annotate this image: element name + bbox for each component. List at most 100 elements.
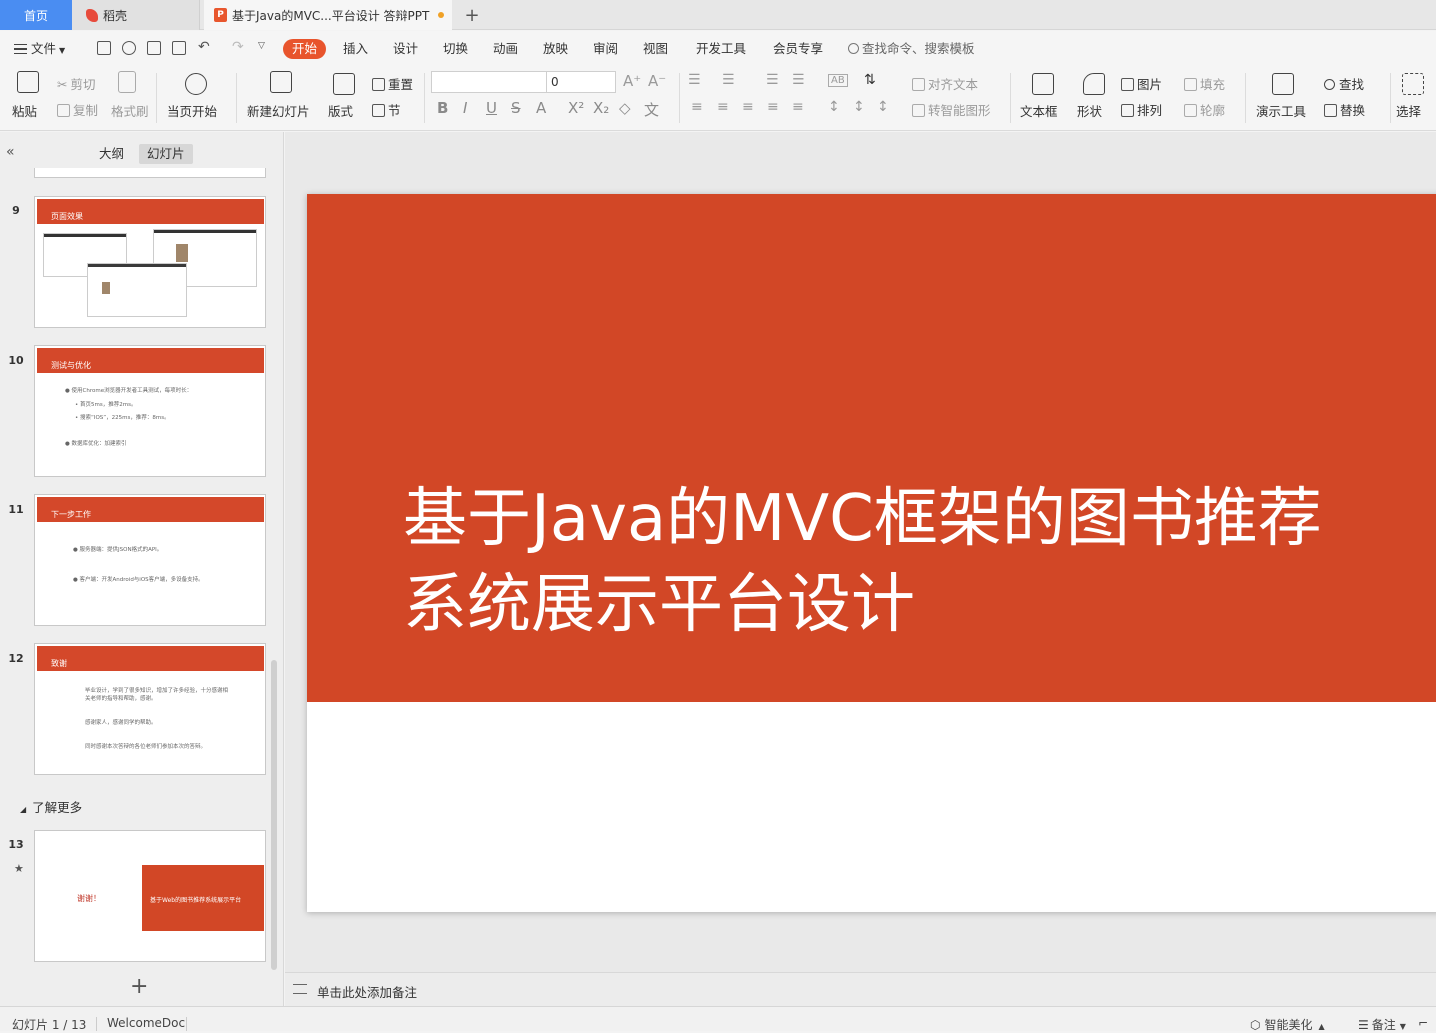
thumb-text: ● 服务器端：提供JSON格式的API。: [73, 547, 163, 553]
outline-label: 轮廓: [1200, 103, 1226, 118]
slide-title[interactable]: 基于Java的MVC框架的图书推荐 系统展示平台设计: [403, 476, 1436, 648]
new-slide-label: 新建幻灯片: [247, 104, 310, 119]
command-search[interactable]: 查找命令、搜索模板: [848, 39, 975, 59]
columns-icon[interactable]: ↕: [877, 99, 889, 115]
daoke-icon: [86, 8, 98, 22]
redo-icon[interactable]: ↷: [232, 39, 244, 55]
print-preview-icon[interactable]: [172, 41, 186, 55]
copy-button[interactable]: 复制: [57, 100, 98, 119]
align-right-icon[interactable]: ≡: [742, 99, 754, 115]
smart-art-button[interactable]: 转智能图形: [912, 100, 991, 119]
tab-view[interactable]: 视图: [643, 39, 668, 59]
align-center-icon[interactable]: ≡: [717, 99, 729, 115]
font-color-icon[interactable]: A: [536, 99, 546, 117]
strikethrough-icon[interactable]: S: [511, 99, 521, 117]
distribute-icon[interactable]: ≡: [792, 99, 804, 115]
smart-beautify-button[interactable]: ⬡ 智能美化 ▲: [1250, 1016, 1325, 1033]
save-icon[interactable]: [97, 41, 111, 55]
increase-indent-icon[interactable]: ☰: [792, 72, 805, 88]
tab-developer[interactable]: 开发工具: [696, 39, 746, 59]
thumb-title-bar: 页面效果: [37, 199, 264, 224]
align-text-label: 对齐文本: [928, 77, 979, 92]
text-spacing-icon[interactable]: AB: [828, 74, 848, 87]
quick-access-more-icon[interactable]: ▽: [258, 41, 265, 51]
export-icon[interactable]: [122, 41, 136, 55]
slide-number: 9: [12, 204, 20, 217]
outline-button[interactable]: 轮廓: [1184, 100, 1225, 119]
increase-font-icon[interactable]: A⁺: [623, 72, 641, 90]
tab-animation[interactable]: 动画: [493, 39, 518, 59]
notes-pane[interactable]: 单击此处添加备注: [285, 972, 1436, 1006]
tab-insert[interactable]: 插入: [343, 39, 368, 59]
justify-icon[interactable]: ≡: [767, 99, 779, 115]
replace-button[interactable]: 替换: [1324, 100, 1365, 119]
slide-10-thumbnail[interactable]: 测试与优化 ● 使用Chrome浏览器开发者工具测试，每项时长： • 首页5ms…: [34, 345, 266, 477]
font-size-select[interactable]: 0: [546, 71, 616, 93]
reset-icon: [372, 78, 385, 91]
fill-button[interactable]: 填充: [1184, 74, 1225, 93]
tab-document[interactable]: P 基于Java的MVC...平台设计 答辩PPT: [204, 0, 452, 30]
phonetic-icon[interactable]: 文: [644, 99, 659, 120]
tab-slides[interactable]: 幻灯片: [139, 144, 193, 164]
font-name-select[interactable]: [431, 71, 547, 93]
thumb-text: • 搜索“IOS”，225ms，推荐：8ms。: [75, 415, 170, 421]
tab-transition[interactable]: 切换: [443, 39, 468, 59]
undo-icon[interactable]: ↶: [198, 39, 210, 55]
tab-member[interactable]: 会员专享: [773, 39, 823, 59]
italic-icon[interactable]: I: [463, 99, 467, 117]
text-direction-icon[interactable]: ⇅: [864, 72, 876, 88]
decrease-indent-icon[interactable]: ☰: [766, 72, 779, 88]
numbered-list-icon[interactable]: ☰: [722, 72, 735, 88]
chevron-down-icon: ▼: [59, 46, 66, 55]
add-slide-button[interactable]: +: [130, 974, 148, 999]
tab-review[interactable]: 审阅: [593, 39, 618, 59]
play-icon: [185, 73, 207, 95]
arrange-button[interactable]: 排列: [1121, 100, 1162, 119]
slide-13-thumbnail[interactable]: 谢谢！ 基于Web的图书推荐系统展示平台: [34, 830, 266, 962]
line-spacing-icon[interactable]: ↕: [828, 99, 840, 115]
print-icon[interactable]: [147, 41, 161, 55]
arrange-label: 排列: [1137, 103, 1163, 118]
bullet-list-icon[interactable]: ☰: [688, 72, 701, 88]
notes-toggle-button[interactable]: ☰ 备注 ▼: [1358, 1016, 1406, 1033]
section-header[interactable]: ◢ 了解更多: [20, 797, 82, 816]
tab-start[interactable]: 开始: [283, 39, 327, 59]
paragraph-spacing-icon[interactable]: ↕: [853, 99, 865, 115]
comment-icon[interactable]: ⌐: [1418, 1016, 1428, 1030]
tab-home[interactable]: 首页: [0, 0, 72, 30]
superscript-icon[interactable]: X²: [568, 99, 584, 117]
outline-icon: [1184, 104, 1197, 117]
panel-scrollbar[interactable]: [271, 660, 277, 970]
textbox-icon: [1032, 73, 1054, 95]
slide-12-thumbnail[interactable]: 致谢 毕业设计，学到了很多知识，增加了许多经验，十分感谢相 关老师的指导和帮助，…: [34, 643, 266, 775]
slide-9-thumbnail[interactable]: 页面效果: [34, 196, 266, 328]
tab-design[interactable]: 设计: [393, 39, 418, 59]
search-icon: [848, 43, 859, 54]
eraser-icon[interactable]: ◇: [619, 99, 631, 117]
align-text-button[interactable]: 对齐文本: [912, 74, 978, 93]
tab-daoke[interactable]: 稻壳: [72, 0, 200, 30]
decrease-font-icon[interactable]: A⁻: [648, 72, 666, 90]
slide-editor: 基于Java的MVC框架的图书推荐 系统展示平台设计: [285, 132, 1436, 972]
cut-label: 剪切: [70, 77, 96, 92]
underline-icon[interactable]: U: [486, 99, 497, 117]
find-button[interactable]: 查找: [1324, 74, 1364, 93]
subscript-icon[interactable]: X₂: [593, 99, 609, 117]
new-tab-button[interactable]: +: [462, 0, 482, 30]
section-button[interactable]: 节: [372, 100, 401, 119]
picture-button[interactable]: 图片: [1121, 74, 1162, 93]
reset-button[interactable]: 重置: [372, 74, 413, 93]
tab-outline[interactable]: 大纲: [91, 144, 132, 164]
slide-8-thumbnail-partial[interactable]: [34, 168, 266, 178]
textbox-label: 文本框: [1020, 104, 1058, 119]
bold-icon[interactable]: B: [437, 99, 448, 117]
cut-button[interactable]: ✂ 剪切: [57, 74, 96, 93]
thumb-title-bar: 测试与优化: [37, 348, 264, 373]
tab-slideshow[interactable]: 放映: [543, 39, 568, 59]
align-left-icon[interactable]: ≡: [691, 99, 703, 115]
collapse-panel-icon[interactable]: «: [6, 144, 15, 160]
current-slide[interactable]: 基于Java的MVC框架的图书推荐 系统展示平台设计: [307, 194, 1436, 912]
slide-11-thumbnail[interactable]: 下一步工作 ● 服务器端：提供JSON格式的API。 ● 客户端：开发Andro…: [34, 494, 266, 626]
arrange-icon: [1121, 104, 1134, 117]
file-menu[interactable]: 文件 ▼: [14, 39, 65, 59]
